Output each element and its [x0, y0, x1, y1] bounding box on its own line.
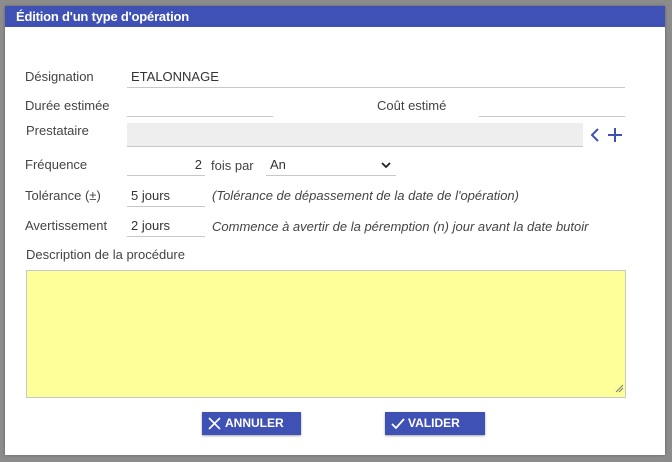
prestataire-label: Prestataire: [26, 123, 89, 138]
chevron-down-icon: [380, 154, 392, 178]
period-select-value: An: [270, 157, 286, 172]
description-textarea[interactable]: [26, 270, 626, 398]
cout-label: Coût estimé: [377, 98, 447, 113]
designation-field[interactable]: ETALONNAGE: [127, 66, 625, 88]
avertissement-note: Commence à avertir de la péremption (n) …: [212, 219, 589, 234]
tolerance-label: Tolérance (±): [25, 188, 101, 203]
tolerance-note: (Tolérance de dépassement de la date de …: [212, 188, 519, 203]
description-label: Description de la procédure: [26, 247, 185, 262]
frequence-label: Fréquence: [25, 157, 88, 172]
prestataire-field[interactable]: [127, 123, 583, 147]
edit-operation-type-dialog: Édition d'un type d'opération Désignatio…: [5, 6, 665, 455]
cancel-button[interactable]: ANNULER: [202, 412, 301, 435]
duree-field[interactable]: [127, 95, 273, 117]
check-icon: [391, 418, 405, 430]
plus-icon[interactable]: [607, 127, 623, 143]
dialog-title: Édition d'un type d'opération: [5, 6, 665, 27]
duree-label: Durée estimée: [25, 98, 110, 113]
period-select[interactable]: An: [266, 154, 396, 176]
frequence-field[interactable]: 2: [127, 154, 205, 176]
close-icon: [208, 417, 221, 430]
fois-par-label: fois par: [211, 158, 254, 173]
validate-button-label: VALIDER: [408, 416, 460, 430]
designation-label: Désignation: [25, 69, 94, 84]
tolerance-field[interactable]: 5 jours: [127, 185, 205, 207]
avertissement-label: Avertissement: [25, 218, 108, 233]
avertissement-field[interactable]: 2 jours: [127, 215, 205, 237]
resize-grip-icon[interactable]: [615, 381, 624, 396]
cancel-button-label: ANNULER: [225, 416, 284, 430]
chevron-left-icon[interactable]: [589, 127, 601, 143]
cout-field[interactable]: [479, 95, 625, 117]
validate-button[interactable]: VALIDER: [385, 412, 485, 435]
